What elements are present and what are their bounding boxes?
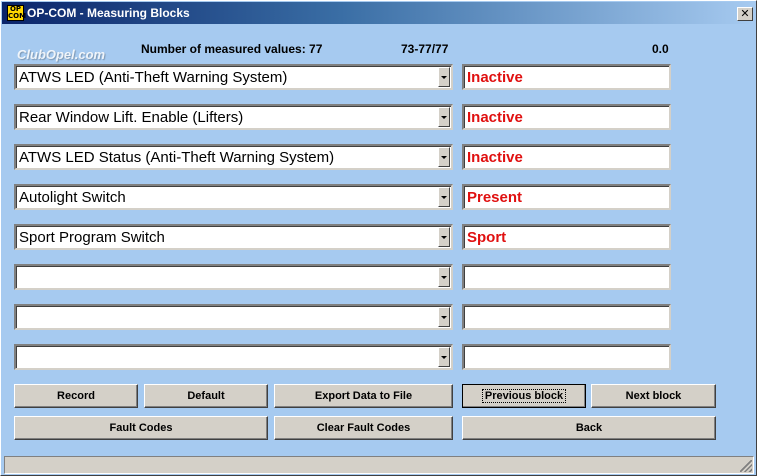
- previous-block-button-label: Previous block: [481, 389, 567, 403]
- measuring-blocks-window: OP COM OP-COM - Measuring Blocks ✕ ClubO…: [0, 0, 757, 476]
- measure-value-1: Inactive: [462, 64, 671, 90]
- chevron-down-icon[interactable]: [438, 67, 450, 87]
- measure-select-4[interactable]: Autolight Switch: [14, 184, 453, 210]
- measure-value-text: Inactive: [467, 69, 523, 86]
- clear-fault-codes-button[interactable]: Clear Fault Codes: [274, 416, 453, 440]
- record-button-label: Record: [57, 390, 95, 402]
- chevron-down-icon[interactable]: [438, 147, 450, 167]
- measure-select-label: Sport Program Switch: [19, 229, 165, 246]
- record-button[interactable]: Record: [14, 384, 138, 408]
- default-button-label: Default: [187, 390, 225, 402]
- measure-select-7[interactable]: [14, 304, 453, 330]
- measure-value-8: [462, 344, 671, 370]
- measure-value-2: Inactive: [462, 104, 671, 130]
- next-block-button[interactable]: Next block: [591, 384, 716, 408]
- next-block-button-label: Next block: [625, 390, 682, 402]
- previous-block-button[interactable]: Previous block: [462, 384, 586, 408]
- block-range: 73-77/77: [401, 42, 449, 56]
- measure-select-5[interactable]: Sport Program Switch: [14, 224, 453, 250]
- export-data-button[interactable]: Export Data to File: [274, 384, 453, 408]
- measure-select-label: ATWS LED (Anti-Theft Warning System): [19, 69, 288, 86]
- measure-value-3: Inactive: [462, 144, 671, 170]
- cluobopel-watermark: ClubOpel.com: [17, 47, 106, 62]
- measure-select-3[interactable]: ATWS LED Status (Anti-Theft Warning Syst…: [14, 144, 453, 170]
- chevron-down-icon[interactable]: [438, 187, 450, 207]
- measure-value-5: Sport: [462, 224, 671, 250]
- window-title: OP-COM - Measuring Blocks: [27, 6, 190, 20]
- fault-codes-button-label: Fault Codes: [109, 422, 173, 434]
- measure-value-7: [462, 304, 671, 330]
- measure-value-text: Sport: [467, 229, 507, 246]
- status-bar: [4, 456, 754, 474]
- measure-value-text: Present: [467, 189, 523, 206]
- back-button[interactable]: Back: [462, 416, 716, 440]
- opcom-app-icon: OP COM: [7, 5, 27, 21]
- measure-select-8[interactable]: [14, 344, 453, 370]
- chevron-down-icon[interactable]: [438, 267, 450, 287]
- chevron-down-icon[interactable]: [438, 227, 450, 247]
- clear-fault-codes-button-label: Clear Fault Codes: [316, 422, 411, 434]
- header-value: 0.0: [652, 42, 669, 56]
- title-bar[interactable]: OP COM OP-COM - Measuring Blocks ✕: [2, 2, 755, 24]
- back-button-label: Back: [575, 422, 603, 434]
- measure-select-label: Rear Window Lift. Enable (Lifters): [19, 109, 244, 126]
- measure-select-6[interactable]: [14, 264, 453, 290]
- measure-select-label: ATWS LED Status (Anti-Theft Warning Syst…: [19, 149, 335, 166]
- measure-value-6: [462, 264, 671, 290]
- resize-grip-icon[interactable]: [740, 460, 752, 472]
- measure-select-label: Autolight Switch: [19, 189, 126, 206]
- chevron-down-icon[interactable]: [438, 347, 450, 367]
- measure-value-text: Inactive: [467, 109, 523, 126]
- measured-values-count: Number of measured values: 77: [141, 42, 323, 56]
- chevron-down-icon[interactable]: [438, 107, 450, 127]
- default-button[interactable]: Default: [144, 384, 268, 408]
- close-button[interactable]: ✕: [737, 7, 753, 21]
- measure-select-2[interactable]: Rear Window Lift. Enable (Lifters): [14, 104, 453, 130]
- chevron-down-icon[interactable]: [438, 307, 450, 327]
- measure-value-4: Present: [462, 184, 671, 210]
- fault-codes-button[interactable]: Fault Codes: [14, 416, 268, 440]
- measure-value-text: Inactive: [467, 149, 523, 166]
- measure-select-1[interactable]: ATWS LED (Anti-Theft Warning System): [14, 64, 453, 90]
- export-data-button-label: Export Data to File: [314, 390, 413, 402]
